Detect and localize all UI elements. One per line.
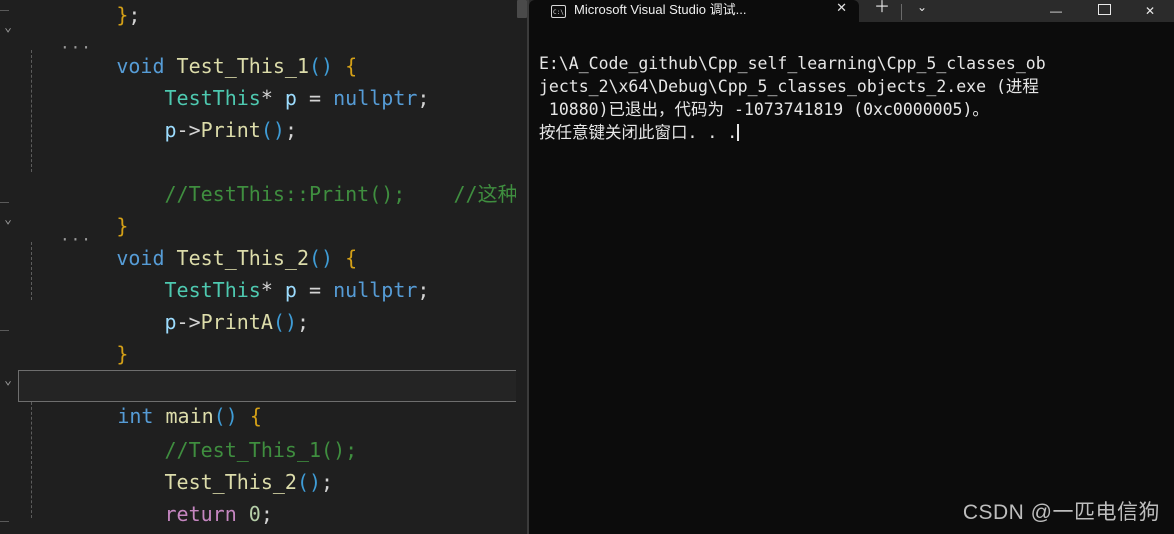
fold-dash-marker (0, 330, 9, 331)
chevron-down-icon[interactable]: ⌄ (907, 0, 937, 22)
editor-scrollbar-thumb[interactable] (517, 0, 527, 18)
toolbar-separator (901, 4, 902, 20)
terminal-tab-title: Microsoft Visual Studio 调试... (574, 1, 747, 17)
code-line[interactable]: Test_This_2(); (0, 434, 528, 494)
close-icon[interactable]: ✕ (836, 0, 847, 16)
code-line-blank[interactable] (0, 114, 528, 146)
maximize-icon (1097, 4, 1111, 15)
terminal-output-line: jects_2\x64\Debug\Cpp_5_classes_objects_… (539, 77, 1039, 96)
minimize-button[interactable]: — (1034, 0, 1078, 22)
fold-dash-marker (0, 521, 9, 522)
code-editor-pane[interactable]: }; void Test_This_1() { TestThis* p = nu… (0, 0, 528, 534)
code-line[interactable]: //调用两个函数的结果分别是什么 1.编译时 (0, 338, 528, 398)
csdn-watermark: CSDN @一匹电信狗 (962, 501, 1160, 524)
code-line[interactable]: //TestThis::Print(); //这种写法， (0, 146, 529, 206)
code-text-area[interactable]: }; void Test_This_1() { TestThis* p = nu… (0, 0, 528, 534)
terminal-output-line-with-cursor: 按任意键关闭此窗口. . . (539, 121, 1174, 144)
terminal-output-line: 10880)已退出，代码为 -1073741819 (0xc0000005)。 (539, 100, 989, 119)
new-tab-button[interactable]: ＋ (865, 0, 899, 22)
fold-chevron-icon[interactable]: ⌄ (1, 374, 15, 388)
code-line[interactable]: } (0, 178, 528, 238)
code-line[interactable]: } (0, 306, 528, 366)
close-icon: ✕ (1144, 4, 1156, 18)
fold-chevron-icon[interactable]: ⌄ (1, 21, 15, 35)
terminal-output[interactable]: E:\A_Code_github\Cpp_self_learning\Cpp_5… (529, 22, 1174, 534)
code-line[interactable]: } (0, 498, 528, 530)
cmd-icon: C:\ (551, 4, 566, 18)
fold-dash-marker (0, 10, 9, 11)
screenshot-root: }; void Test_This_1() { TestThis* p = nu… (0, 0, 1174, 534)
window-close-button[interactable]: ✕ (1128, 0, 1172, 22)
minimize-icon: — (1050, 4, 1062, 18)
indent-guide (31, 242, 33, 300)
terminal-titlebar[interactable]: C:\ Microsoft Visual Studio 调试... ✕ ＋ ⌄ … (529, 0, 1174, 22)
code-line[interactable]: return 0; (0, 466, 528, 526)
fold-chevron-icon[interactable]: ⌄ (1, 213, 15, 227)
code-line[interactable]: //Test_This_1(); (0, 402, 528, 462)
maximize-button[interactable] (1082, 0, 1126, 22)
indent-guide (31, 402, 33, 518)
terminal-window: C:\ Microsoft Visual Studio 调试... ✕ ＋ ⌄ … (529, 0, 1174, 534)
terminal-tab[interactable]: C:\ Microsoft Visual Studio 调试... ✕ (529, 0, 859, 22)
quick-action-dots-icon[interactable]: ··· (60, 232, 92, 248)
code-line-current[interactable]: int main() { (18, 370, 528, 428)
code-line[interactable]: p->Print(); (0, 82, 528, 142)
terminal-prompt-text: 按任意键关闭此窗口. . . (539, 123, 738, 142)
quick-action-dots-icon[interactable]: ··· (60, 40, 92, 56)
fold-dash-marker (0, 202, 9, 203)
text-cursor (737, 124, 740, 141)
terminal-output-line: E:\A_Code_github\Cpp_self_learning\Cpp_5… (539, 54, 1046, 73)
indent-guide (31, 50, 33, 172)
code-line[interactable]: }; (0, 0, 528, 25)
code-line[interactable]: p->PrintA(); (0, 274, 528, 334)
